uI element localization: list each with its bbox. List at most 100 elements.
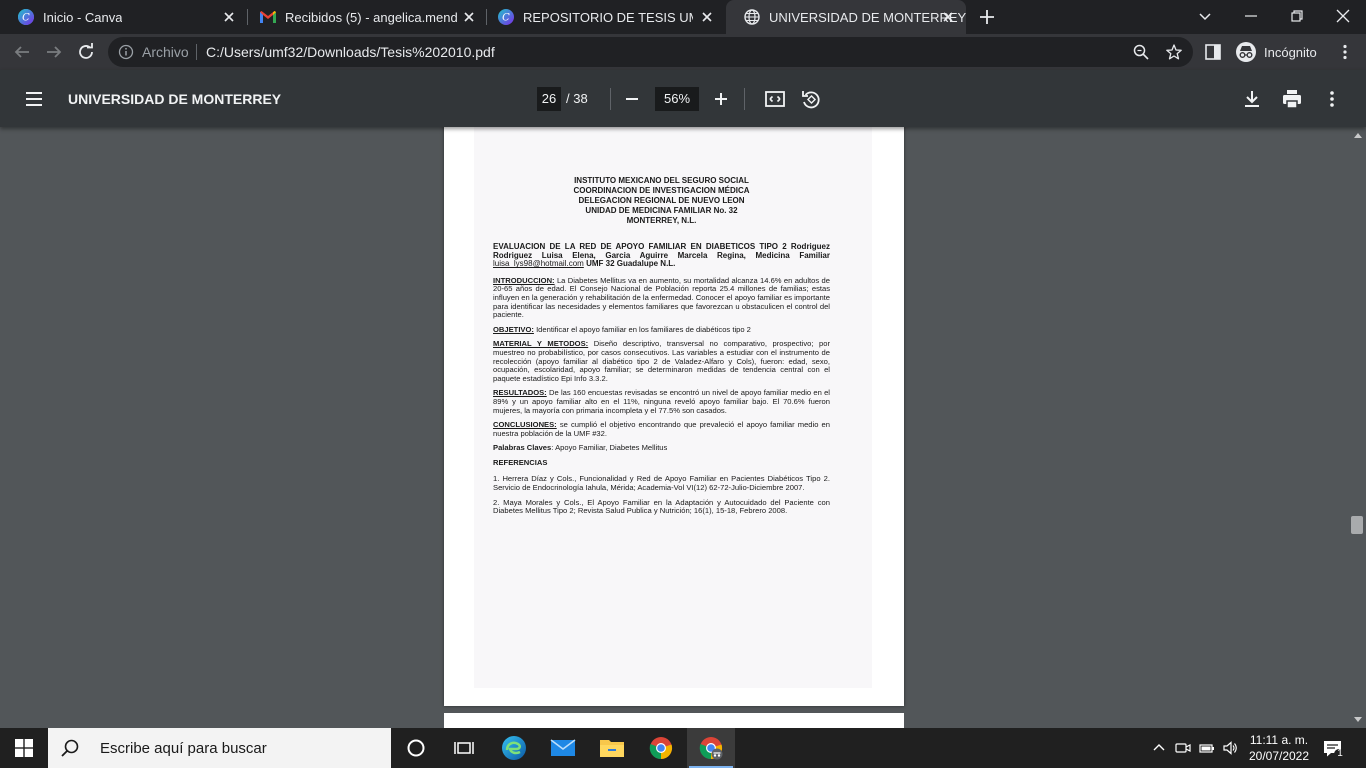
svg-text:C: C bbox=[502, 13, 510, 24]
author-affiliation: UMF 32 Guadalupe N.L. bbox=[586, 259, 676, 269]
download-icon[interactable] bbox=[1240, 87, 1264, 111]
taskbar-chrome[interactable] bbox=[637, 728, 685, 768]
section-label: Palabras Claves bbox=[493, 443, 552, 453]
scroll-down-icon[interactable] bbox=[1353, 716, 1363, 724]
minimize-icon[interactable] bbox=[1239, 4, 1263, 28]
incognito-badge[interactable]: Incógnito bbox=[1236, 39, 1317, 65]
zoom-level-input[interactable]: 56% bbox=[655, 87, 699, 111]
scrollbar-thumb[interactable] bbox=[1351, 516, 1363, 534]
tab-search-chevron-icon[interactable] bbox=[1193, 4, 1217, 28]
search-icon bbox=[61, 739, 79, 757]
header-line: MONTERREY, N.L. bbox=[626, 216, 697, 225]
pdf-title: UNIVERSIDAD DE MONTERREY bbox=[68, 91, 282, 107]
restore-icon[interactable] bbox=[1285, 4, 1309, 28]
windows-taskbar: Escribe aquí para buscar 11:11 a. m. 20/… bbox=[0, 728, 1366, 768]
omnibox-divider bbox=[196, 44, 197, 60]
paper-title-block: EVALUACION DE LA RED DE APOYO FAMILIAR E… bbox=[493, 242, 830, 269]
section-text: Identificar el apoyo familiar en los fam… bbox=[536, 324, 751, 334]
more-actions-icon[interactable] bbox=[1320, 87, 1344, 111]
battery-network-icon[interactable] bbox=[1199, 740, 1215, 756]
hamburger-menu-icon[interactable] bbox=[22, 87, 46, 111]
conclusions-paragraph: CONCLUSIONES: se cumplió el objetivo enc… bbox=[493, 420, 830, 438]
tab-title: REPOSITORIO DE TESIS UMF 32 I bbox=[523, 9, 693, 25]
taskbar-edge[interactable] bbox=[490, 728, 538, 768]
close-icon[interactable] bbox=[940, 9, 956, 25]
total-pages: / 38 bbox=[566, 91, 588, 106]
incognito-icon bbox=[1236, 42, 1256, 62]
canva-icon: C bbox=[18, 9, 34, 25]
back-arrow-icon[interactable] bbox=[10, 40, 34, 64]
rotate-icon[interactable] bbox=[799, 87, 823, 111]
fit-to-page-icon[interactable] bbox=[763, 87, 787, 111]
forward-arrow-icon[interactable] bbox=[42, 40, 66, 64]
reload-icon[interactable] bbox=[74, 40, 98, 64]
side-panel-icon[interactable] bbox=[1204, 43, 1222, 61]
section-label: OBJETIVO: bbox=[493, 324, 534, 334]
show-hidden-icons-chevron-icon[interactable] bbox=[1151, 740, 1167, 756]
tab-gmail[interactable]: Recibidos (5) - angelica.mendez@ bbox=[242, 0, 487, 34]
windows-logo-icon bbox=[15, 739, 33, 757]
author-email: luisa_lys98@hotmail.com bbox=[493, 259, 584, 269]
globe-icon bbox=[744, 9, 760, 25]
scroll-up-icon[interactable] bbox=[1353, 131, 1363, 139]
pdf-page: INSTITUTO MEXICANO DEL SEGURO SOCIAL COO… bbox=[444, 127, 904, 706]
notification-center-button[interactable]: 1 bbox=[1322, 738, 1344, 760]
close-icon[interactable] bbox=[699, 9, 715, 25]
system-clock[interactable]: 11:11 a. m. 20/07/2022 bbox=[1244, 732, 1314, 764]
browser-menu-icon[interactable] bbox=[1336, 43, 1354, 61]
print-icon[interactable] bbox=[1280, 87, 1304, 111]
bookmark-star-icon[interactable] bbox=[1165, 43, 1183, 61]
taskbar-file-explorer[interactable] bbox=[588, 728, 636, 768]
url-text[interactable]: C:/Users/umf32/Downloads/Tesis%202010.pd… bbox=[206, 44, 495, 60]
scrollbar-track[interactable] bbox=[1350, 127, 1366, 728]
tab-universidad[interactable]: UNIVERSIDAD DE MONTERREY bbox=[726, 0, 966, 34]
header-line: COORDINACION DE INVESTIGACION MÉDICA bbox=[573, 186, 750, 195]
volume-icon[interactable] bbox=[1222, 740, 1238, 756]
meet-now-icon[interactable] bbox=[1175, 740, 1191, 756]
zoom-in-icon[interactable] bbox=[709, 87, 733, 111]
header-line: INSTITUTO MEXICANO DEL SEGURO SOCIAL bbox=[574, 176, 749, 185]
scheme-label: Archivo bbox=[142, 44, 189, 60]
taskbar-search-box[interactable]: Escribe aquí para buscar bbox=[48, 728, 391, 768]
task-view-button[interactable] bbox=[440, 728, 488, 768]
zoom-magnifier-icon[interactable] bbox=[1132, 43, 1150, 61]
keywords-paragraph: Palabras Claves: Apoyo Familiar, Diabete… bbox=[493, 443, 830, 453]
close-icon[interactable] bbox=[221, 9, 237, 25]
pdf-next-page bbox=[444, 713, 904, 728]
new-tab-icon[interactable] bbox=[975, 5, 999, 29]
close-window-icon[interactable] bbox=[1331, 4, 1355, 28]
taskbar-mail[interactable] bbox=[539, 728, 587, 768]
taskbar-chrome-incognito[interactable] bbox=[687, 728, 735, 768]
info-icon[interactable] bbox=[118, 44, 134, 60]
document-text: INSTITUTO MEXICANO DEL SEGURO SOCIAL COO… bbox=[493, 176, 830, 522]
tab-title: Inicio - Canva bbox=[43, 9, 123, 25]
mail-icon bbox=[550, 739, 576, 756]
address-bar[interactable]: Archivo C:/Users/umf32/Downloads/Tesis%2… bbox=[108, 37, 1193, 67]
section-text: : Apoyo Familiar, Diabetes Mellitus bbox=[551, 443, 668, 453]
zoom-out-icon[interactable] bbox=[620, 87, 644, 111]
close-icon[interactable] bbox=[461, 9, 477, 25]
institution-header: INSTITUTO MEXICANO DEL SEGURO SOCIAL COO… bbox=[493, 176, 830, 226]
pdf-viewer[interactable]: INSTITUTO MEXICANO DEL SEGURO SOCIAL COO… bbox=[0, 127, 1366, 728]
gmail-icon bbox=[260, 9, 276, 25]
intro-paragraph: INTRODUCCION: La Diabetes Mellitus va en… bbox=[493, 276, 830, 320]
reference-item: 2. Maya Morales y Cols., El Apoyo Famili… bbox=[493, 497, 830, 516]
notification-count: 1 bbox=[1337, 748, 1343, 759]
canva-icon: C bbox=[498, 9, 514, 25]
pdf-toolbar: UNIVERSIDAD DE MONTERREY 26 / 38 56% bbox=[0, 70, 1366, 127]
task-view-icon bbox=[454, 742, 474, 754]
search-placeholder: Escribe aquí para buscar bbox=[100, 739, 267, 757]
clock-time: 11:11 a. m. bbox=[1249, 733, 1309, 747]
page-number-input[interactable]: 26 bbox=[537, 87, 561, 111]
cortana-button[interactable] bbox=[392, 728, 440, 768]
tab-title: Recibidos (5) - angelica.mendez@ bbox=[285, 9, 458, 25]
toolbar-divider bbox=[744, 88, 745, 110]
clock-date: 20/07/2022 bbox=[1248, 749, 1310, 763]
tab-repositorio[interactable]: C REPOSITORIO DE TESIS UMF 32 I bbox=[480, 0, 725, 34]
header-line: DELEGACION REGIONAL DE NUEVO LEON bbox=[578, 196, 745, 205]
incognito-label: Incógnito bbox=[1264, 44, 1317, 60]
start-button[interactable] bbox=[0, 728, 48, 768]
edge-icon bbox=[502, 736, 526, 760]
tab-title: UNIVERSIDAD DE MONTERREY bbox=[769, 9, 966, 25]
tab-canva[interactable]: C Inicio - Canva bbox=[0, 0, 247, 34]
